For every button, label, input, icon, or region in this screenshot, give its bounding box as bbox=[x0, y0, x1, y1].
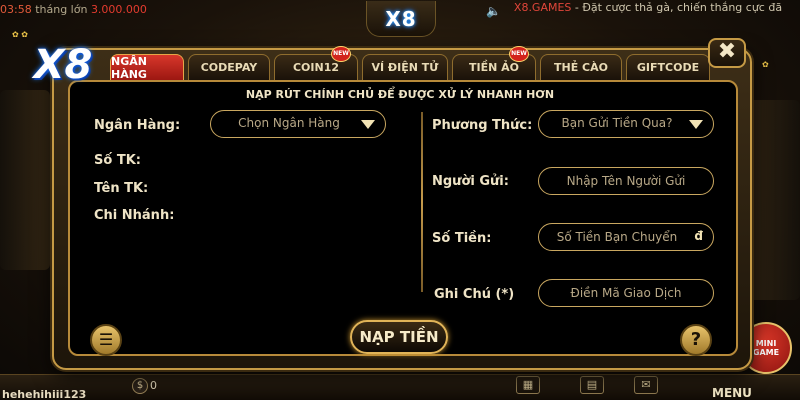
sender-field[interactable] bbox=[538, 167, 714, 195]
document-icon: ☰ bbox=[98, 330, 114, 349]
note-input[interactable] bbox=[539, 280, 713, 306]
ticker-amount: 3.000.000 bbox=[90, 3, 147, 16]
method-label: Phương Thức: bbox=[432, 118, 533, 133]
currency-suffix: đ bbox=[694, 229, 703, 243]
close-button[interactable]: ✖ bbox=[708, 38, 746, 68]
top-logo: X8 bbox=[366, 1, 436, 37]
x8-logo: X8 bbox=[33, 42, 93, 88]
branch-label: Chi Nhánh: bbox=[94, 208, 175, 223]
news-ticker: X8.GAMES - Đặt cược thả gà, chiến thắng … bbox=[498, 1, 798, 15]
account-name-label: Tên TK: bbox=[94, 181, 149, 196]
deposit-button[interactable]: NẠP TIỀN bbox=[350, 320, 448, 354]
balance-value: 0 bbox=[150, 379, 157, 392]
tab-vi-dien-tu[interactable]: VÍ ĐIỆN TỬ bbox=[362, 54, 448, 80]
jackpot-ticker: 03:58 tháng lớn 3.000.000 bbox=[0, 3, 147, 16]
tab-label: VÍ ĐIỆN TỬ bbox=[371, 61, 439, 74]
menu-button[interactable]: MENU bbox=[712, 386, 752, 400]
bottom-bar bbox=[0, 374, 800, 400]
tab-label: COIN12 bbox=[292, 61, 340, 74]
ticker-brand: X8.GAMES bbox=[513, 1, 572, 14]
slots-icon[interactable]: ▦ bbox=[516, 376, 540, 394]
note-field[interactable] bbox=[538, 279, 714, 307]
bank-select[interactable]: Chọn Ngân Hàng bbox=[210, 110, 386, 138]
mail-icon[interactable]: ✉ bbox=[634, 376, 658, 394]
account-number-label: Số TK: bbox=[94, 153, 141, 168]
tab-label: CODEPAY bbox=[200, 61, 258, 74]
sender-input[interactable] bbox=[539, 168, 713, 194]
top-bar: 03:58 tháng lớn 3.000.000 X8 🔈 X8.GAMES … bbox=[0, 0, 800, 37]
amount-input[interactable] bbox=[539, 224, 713, 250]
flower-decoration-icon: ✿ bbox=[762, 60, 769, 69]
tab-tien-ao[interactable]: TIỀN ẢO NEW bbox=[452, 46, 536, 80]
method-select[interactable]: Bạn Gửi Tiền Qua? bbox=[538, 110, 714, 138]
method-select-value: Bạn Gửi Tiền Qua? bbox=[561, 116, 673, 130]
chevron-down-icon bbox=[361, 120, 375, 129]
column-divider bbox=[421, 112, 423, 292]
coin-icon: $ bbox=[132, 378, 148, 394]
tab-the-cao[interactable]: THẺ CÀO bbox=[540, 54, 622, 80]
tab-codepay[interactable]: CODEPAY bbox=[188, 54, 270, 80]
grid-icon[interactable]: ▤ bbox=[580, 376, 604, 394]
new-badge: NEW bbox=[331, 46, 351, 62]
new-badge: NEW bbox=[509, 46, 529, 62]
background-game-left bbox=[0, 90, 50, 270]
sender-label: Người Gửi: bbox=[432, 174, 509, 189]
ticker-message: - Đặt cược thả gà, chiến thắng cực đã bbox=[571, 1, 783, 14]
history-button[interactable]: ☰ bbox=[90, 324, 122, 356]
amount-label: Số Tiền: bbox=[432, 231, 492, 246]
tab-label: TIỀN ẢO bbox=[468, 61, 519, 74]
chevron-down-icon bbox=[689, 120, 703, 129]
tab-coin12[interactable]: COIN12 NEW bbox=[274, 46, 358, 80]
tab-label: GIFTCODE bbox=[636, 61, 700, 74]
note-label: Ghi Chú (*) bbox=[434, 287, 515, 302]
ticker-text: tháng lớn bbox=[35, 3, 88, 16]
tab-giftcode[interactable]: GIFTCODE bbox=[626, 54, 710, 80]
help-button[interactable]: ? bbox=[680, 324, 712, 356]
tab-label: THẺ CÀO bbox=[554, 61, 608, 74]
amount-field[interactable]: đ bbox=[538, 223, 714, 251]
bank-label: Ngân Hàng: bbox=[94, 118, 181, 133]
username: hehehihiii123 bbox=[2, 388, 87, 400]
ticker-time: 03:58 bbox=[0, 3, 32, 16]
bank-select-value: Chọn Ngân Hàng bbox=[238, 116, 340, 130]
help-icon: ? bbox=[690, 329, 702, 350]
